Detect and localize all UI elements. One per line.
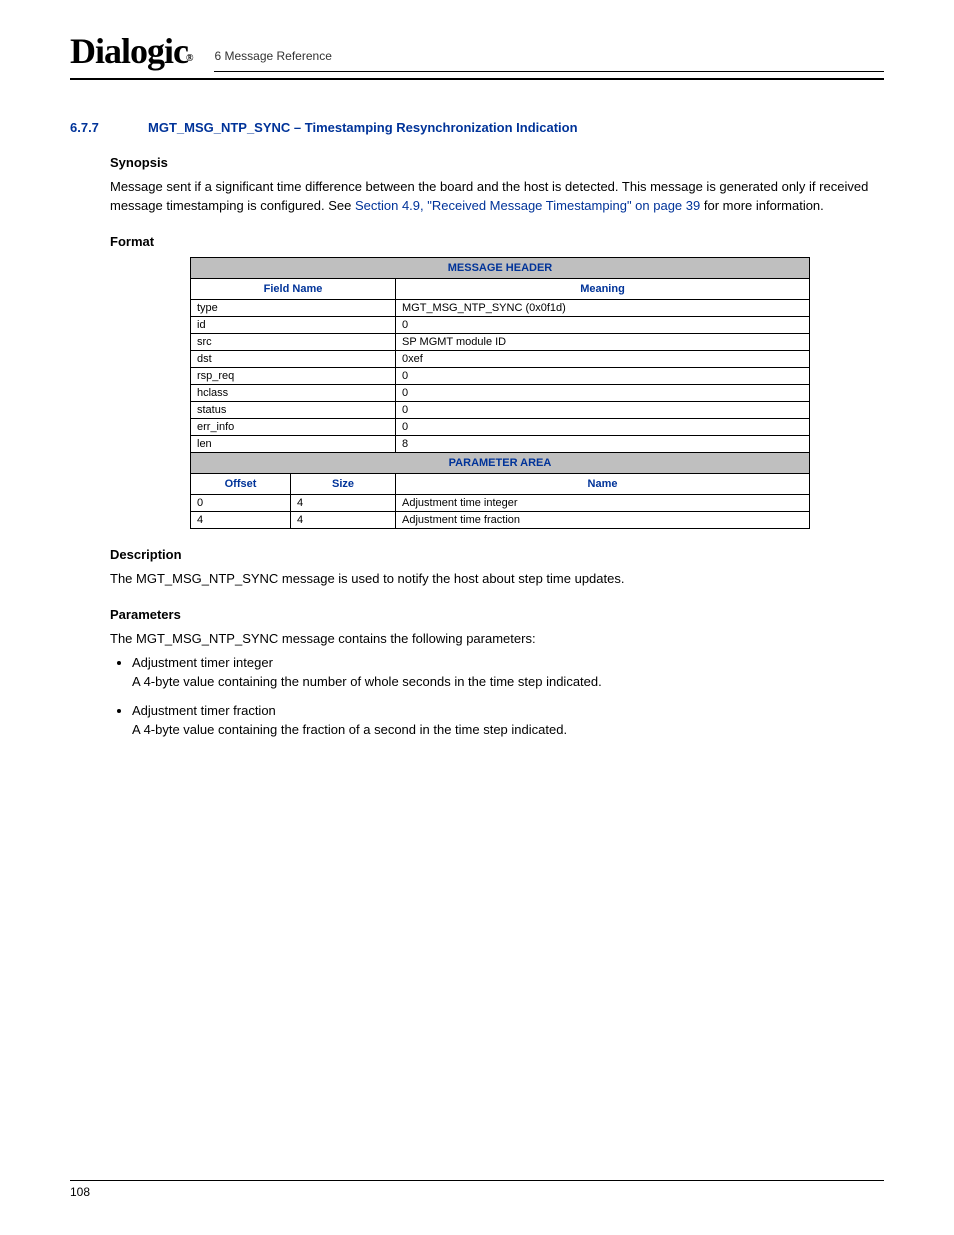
- table-row: err_info0: [191, 418, 810, 435]
- synopsis-heading: Synopsis: [110, 155, 884, 170]
- table-row: status0: [191, 401, 810, 418]
- col-field-name: Field Name: [191, 278, 396, 299]
- list-item: Adjustment timer fraction A 4-byte value…: [132, 702, 884, 740]
- param-desc: A 4-byte value containing the fraction o…: [132, 722, 567, 737]
- page-header: Dialogic® 6 Message Reference: [70, 30, 884, 72]
- table-row: len8: [191, 435, 810, 452]
- description-heading: Description: [110, 547, 884, 562]
- section-number: 6.7.7: [70, 120, 148, 135]
- param-desc: A 4-byte value containing the number of …: [132, 674, 602, 689]
- message-format-table: MESSAGE HEADER Field Name Meaning typeMG…: [190, 257, 810, 529]
- description-text: The MGT_MSG_NTP_SYNC message is used to …: [110, 570, 884, 589]
- table-row: id0: [191, 316, 810, 333]
- table-row: 4 4 Adjustment time fraction: [191, 511, 810, 528]
- param-name: Adjustment timer fraction: [132, 703, 276, 718]
- logo: Dialogic®: [70, 30, 194, 72]
- registered-mark: ®: [186, 53, 192, 64]
- table-row: dst0xef: [191, 350, 810, 367]
- param-name: Adjustment timer integer: [132, 655, 273, 670]
- table-row: rsp_req0: [191, 367, 810, 384]
- breadcrumb: 6 Message Reference: [214, 49, 884, 72]
- parameter-list: Adjustment timer integer A 4-byte value …: [132, 654, 884, 739]
- page-number: 108: [70, 1185, 90, 1199]
- section-heading: 6.7.7 MGT_MSG_NTP_SYNC – Timestamping Re…: [70, 120, 884, 135]
- cross-reference-link[interactable]: Section 4.9, "Received Message Timestamp…: [355, 198, 700, 213]
- format-heading: Format: [110, 234, 884, 249]
- col-name: Name: [396, 473, 810, 494]
- table-row: srcSP MGMT module ID: [191, 333, 810, 350]
- header-rule: [70, 78, 884, 80]
- table-section-header: MESSAGE HEADER: [191, 257, 810, 278]
- col-meaning: Meaning: [396, 278, 810, 299]
- table-section-header: PARAMETER AREA: [191, 452, 810, 473]
- synopsis-text: Message sent if a significant time diffe…: [110, 178, 884, 216]
- table-row: hclass0: [191, 384, 810, 401]
- col-size: Size: [291, 473, 396, 494]
- parameters-intro: The MGT_MSG_NTP_SYNC message contains th…: [110, 630, 884, 649]
- page-footer: 108: [70, 1180, 884, 1199]
- list-item: Adjustment timer integer A 4-byte value …: [132, 654, 884, 692]
- logo-text: Dialogic: [70, 31, 188, 71]
- parameters-heading: Parameters: [110, 607, 884, 622]
- section-title: MGT_MSG_NTP_SYNC – Timestamping Resynchr…: [148, 120, 578, 135]
- table-row: typeMGT_MSG_NTP_SYNC (0x0f1d): [191, 299, 810, 316]
- col-offset: Offset: [191, 473, 291, 494]
- table-row: 0 4 Adjustment time integer: [191, 494, 810, 511]
